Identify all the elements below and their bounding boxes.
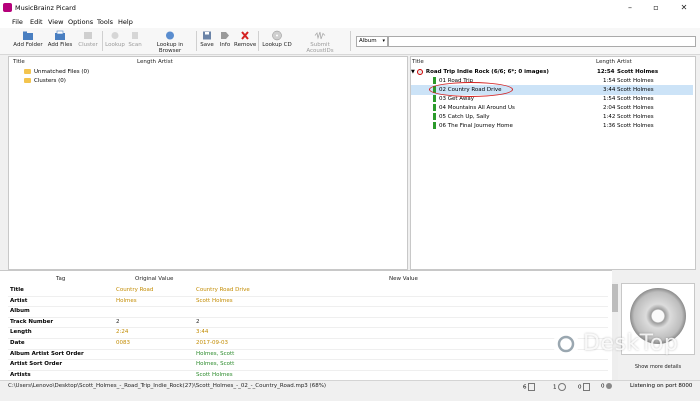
info-button[interactable]: Info [217, 30, 233, 52]
right-col-title[interactable]: Title [412, 59, 424, 65]
disc-icon [558, 383, 567, 391]
lookup-cd-button[interactable]: Lookup CD [262, 30, 292, 52]
toolbar-separator [350, 31, 351, 51]
scan-button[interactable]: Scan [126, 30, 144, 52]
toolbar-separator [102, 31, 103, 51]
menu-edit[interactable]: Edit [30, 18, 43, 26]
search-input[interactable] [388, 36, 696, 47]
remove-x-icon [241, 31, 249, 40]
left-col-length[interactable]: Length [137, 59, 156, 65]
info-tag-icon [221, 32, 229, 39]
toolbar-separator [258, 31, 259, 51]
file-icon [528, 383, 536, 391]
status-file-count: 6 [523, 383, 536, 391]
close-button[interactable]: ✕ [674, 2, 694, 13]
toolbar-separator [196, 31, 197, 51]
network-icon [606, 383, 613, 389]
metadata-row[interactable]: Artists Scott Holmes [8, 370, 608, 380]
track-match-icon [433, 104, 436, 111]
title-bar: MusicBrainz Picard – ▫ ✕ [0, 0, 700, 17]
menu-view[interactable]: View [48, 18, 63, 26]
left-col-artist[interactable]: Artist [158, 59, 173, 65]
minimize-button[interactable]: – [620, 2, 640, 13]
menu-help[interactable]: Help [118, 18, 133, 26]
status-count-c: 0 [601, 383, 613, 390]
folder-icon [24, 78, 31, 83]
maximize-button[interactable]: ▫ [646, 2, 666, 13]
menu-tools[interactable]: Tools [97, 18, 113, 26]
file-icon [583, 383, 591, 391]
track-match-icon [433, 113, 436, 120]
track-match-icon [433, 95, 436, 102]
submit-acoustids-button[interactable]: Submit AcoustIDs [296, 30, 344, 54]
save-button[interactable]: Save [198, 30, 216, 52]
chevron-down-icon: ▾ [382, 38, 385, 44]
folder-icon [24, 69, 31, 74]
meta-col-tag[interactable]: Tag [56, 276, 65, 282]
scan-icon [132, 32, 138, 39]
listening-port: Listening on port 8000 [630, 383, 693, 389]
menu-options[interactable]: Options [68, 18, 93, 26]
lookup-icon [111, 32, 119, 39]
files-add-icon [55, 30, 65, 40]
cluster-icon [84, 32, 92, 39]
waveform-icon [314, 31, 326, 40]
status-count-a: 1 [553, 383, 567, 391]
track-match-icon [433, 77, 436, 84]
picard-logo-icon [3, 3, 12, 12]
watermark-text: DeskTop [583, 331, 679, 356]
add-folder-button[interactable]: Add Folder [10, 30, 46, 52]
right-col-length[interactable]: Length [596, 59, 615, 65]
show-more-details-link[interactable]: Show more details [630, 364, 686, 370]
meta-col-new[interactable]: New Value [389, 276, 418, 282]
expand-arrow-icon[interactable]: ▼ [411, 69, 415, 75]
add-files-button[interactable]: Add Files [46, 30, 74, 52]
lookup-button[interactable]: Lookup [104, 30, 126, 52]
status-file-path: C:\Users\Lenovo\Desktop\Scott_Holmes_-_R… [8, 383, 327, 389]
window-title: MusicBrainz Picard [15, 4, 76, 12]
status-count-b: 0 [578, 383, 591, 391]
cd-icon [272, 30, 282, 41]
track-row[interactable]: 06 The Final Journey Home 1:36 Scott Hol… [411, 121, 693, 131]
globe-icon [166, 31, 174, 40]
folder-add-icon [23, 31, 33, 40]
track-match-icon [433, 122, 436, 129]
scrollbar-thumb[interactable] [612, 284, 618, 312]
meta-col-original[interactable]: Original Value [135, 276, 173, 282]
tree-item-clusters[interactable]: Clusters (0) [24, 76, 66, 86]
cluster-button[interactable]: Cluster [76, 30, 100, 52]
search-type-select[interactable]: Album ▾ [356, 36, 388, 47]
menu-file[interactable]: File [12, 18, 23, 26]
unmatched-files-pane[interactable] [8, 56, 408, 270]
annotation-ellipse [429, 82, 513, 97]
right-col-artist[interactable]: Artist [617, 59, 632, 65]
remove-button[interactable]: Remove [234, 30, 256, 52]
save-icon [203, 31, 211, 40]
album-cd-icon [416, 68, 423, 75]
left-col-title[interactable]: Title [13, 59, 25, 65]
lookup-in-browser-button[interactable]: Lookup in Browser [146, 30, 194, 54]
